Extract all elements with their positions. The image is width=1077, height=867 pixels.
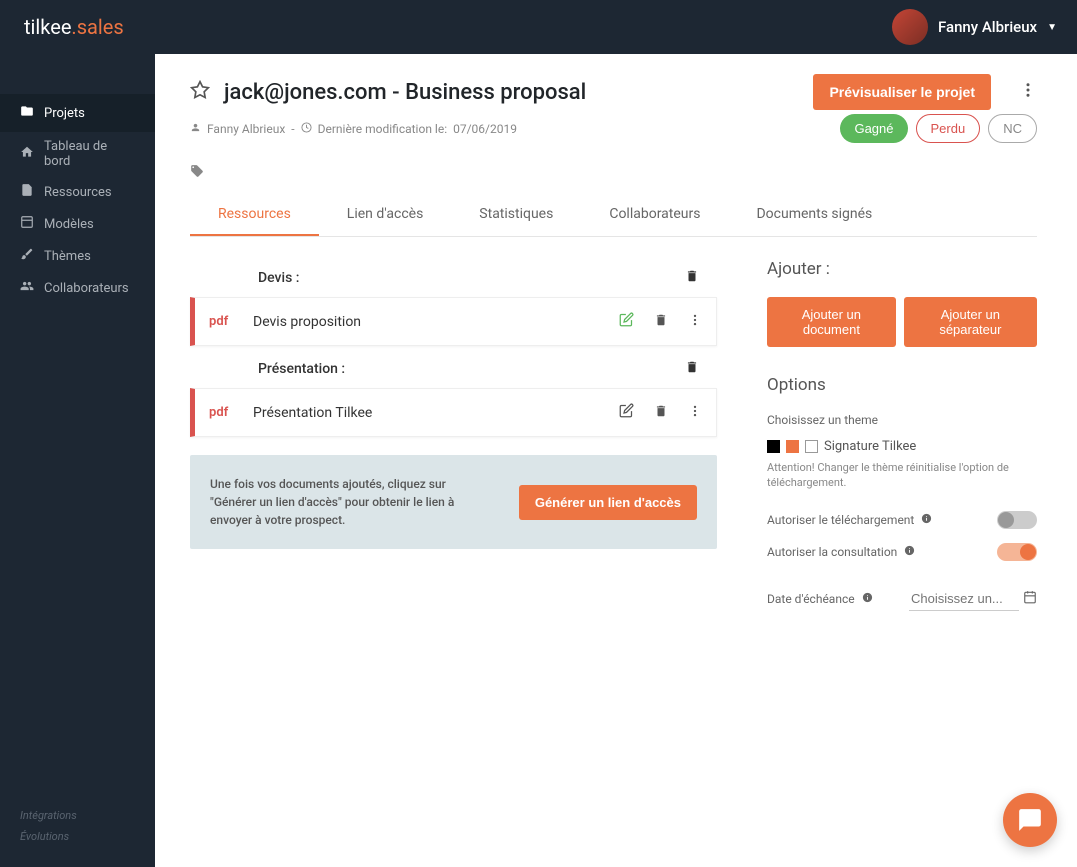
sidebar: Projets Tableau de bord Ressources Modèl…	[0, 54, 155, 867]
sidebar-item-label: Projets	[44, 106, 85, 121]
allow-download-toggle[interactable]	[997, 511, 1037, 529]
resource-item[interactable]: pdf Présentation Tilkee	[190, 388, 717, 437]
preview-project-button[interactable]: Prévisualiser le projet	[813, 74, 991, 110]
edit-icon[interactable]	[619, 403, 634, 422]
users-icon	[20, 279, 34, 297]
trash-icon[interactable]	[654, 403, 668, 422]
trash-icon[interactable]	[685, 269, 699, 287]
folder-icon	[20, 104, 34, 122]
add-document-button[interactable]: Ajouter un document	[767, 297, 896, 347]
theme-label: Choisissez un theme	[767, 413, 1037, 427]
more-vert-icon[interactable]	[1019, 81, 1037, 103]
home-icon	[20, 145, 34, 163]
edit-icon[interactable]	[619, 312, 634, 331]
sidebar-item-modeles[interactable]: Modèles	[0, 208, 155, 240]
generate-info-text: Une fois vos documents ajoutés, cliquez …	[210, 475, 495, 529]
star-outline-icon[interactable]	[190, 80, 210, 105]
due-date-input[interactable]	[909, 587, 1019, 611]
sidebar-footer-evolutions[interactable]: Évolutions	[0, 826, 155, 847]
avatar	[892, 9, 928, 45]
swatch-orange	[786, 440, 799, 453]
allow-download-label: Autoriser le téléchargement	[767, 513, 914, 527]
sidebar-item-label: Tableau de bord	[44, 139, 135, 169]
more-vert-icon[interactable]	[688, 312, 702, 331]
allow-view-toggle[interactable]	[997, 543, 1037, 561]
tab-statistiques[interactable]: Statistiques	[451, 194, 581, 236]
sidebar-item-projets[interactable]: Projets	[0, 94, 155, 132]
file-type-badge: pdf	[209, 405, 253, 420]
info-icon[interactable]	[904, 545, 915, 559]
theme-warning-text: Attention! Changer le thème réinitialise…	[767, 460, 1037, 491]
user-name-label: Fanny Albrieux	[938, 18, 1037, 36]
sidebar-item-label: Thèmes	[44, 249, 91, 264]
file-icon	[20, 183, 34, 201]
chat-icon	[1017, 807, 1043, 833]
tab-documents-signes[interactable]: Documents signés	[728, 194, 900, 236]
sidebar-item-label: Ressources	[44, 185, 112, 200]
due-date-label: Date d'échéance	[767, 592, 855, 606]
modified-label: Dernière modification le:	[318, 122, 448, 136]
app-header: tilkee.sales Fanny Albrieux ▼	[0, 0, 1077, 54]
add-section-title: Ajouter :	[767, 259, 1037, 279]
generate-link-button[interactable]: Générer un lien d'accès	[519, 485, 697, 520]
sidebar-item-collaborateurs[interactable]: Collaborateurs	[0, 272, 155, 304]
person-icon	[190, 122, 201, 136]
author-name: Fanny Albrieux	[207, 122, 285, 136]
trash-icon[interactable]	[654, 312, 668, 331]
theme-name: Signature Tilkee	[824, 439, 916, 454]
status-lost-button[interactable]: Perdu	[916, 114, 981, 143]
clock-icon	[301, 122, 312, 136]
sidebar-item-label: Collaborateurs	[44, 281, 129, 296]
options-section-title: Options	[767, 375, 1037, 395]
file-type-badge: pdf	[209, 314, 253, 329]
more-vert-icon[interactable]	[688, 403, 702, 422]
modified-date: 07/06/2019	[453, 122, 517, 136]
info-icon[interactable]	[862, 592, 873, 606]
chat-button[interactable]	[1003, 793, 1057, 847]
swatch-black	[767, 440, 780, 453]
section-title: Présentation :	[258, 361, 345, 377]
section-title: Devis :	[258, 270, 299, 286]
chevron-down-icon: ▼	[1047, 22, 1057, 33]
section-header-devis: Devis :	[190, 259, 717, 297]
sidebar-item-themes[interactable]: Thèmes	[0, 240, 155, 272]
file-name: Devis proposition	[253, 314, 619, 330]
status-won-button[interactable]: Gagné	[840, 114, 907, 143]
sidebar-item-label: Modèles	[44, 217, 94, 232]
sidebar-footer-integrations[interactable]: Intégrations	[0, 805, 155, 826]
theme-selector[interactable]: Signature Tilkee	[767, 439, 1037, 454]
tab-collaborateurs[interactable]: Collaborateurs	[581, 194, 728, 236]
trash-icon[interactable]	[685, 360, 699, 378]
resource-item[interactable]: pdf Devis proposition	[190, 297, 717, 346]
tag-icon[interactable]	[190, 163, 1037, 182]
sidebar-item-tableau[interactable]: Tableau de bord	[0, 132, 155, 176]
tab-lien-acces[interactable]: Lien d'accès	[319, 194, 452, 236]
template-icon	[20, 215, 34, 233]
main-content: jack@jones.com - Business proposal Prévi…	[155, 54, 1077, 867]
logo[interactable]: tilkee.sales	[24, 15, 124, 39]
add-separator-button[interactable]: Ajouter un séparateur	[904, 297, 1037, 347]
project-title: jack@jones.com - Business proposal	[224, 80, 586, 105]
calendar-icon[interactable]	[1023, 590, 1037, 607]
section-header-presentation: Présentation :	[190, 350, 717, 388]
status-nc-button[interactable]: NC	[988, 114, 1037, 143]
tabs: Ressources Lien d'accès Statistiques Col…	[190, 194, 1037, 237]
info-icon[interactable]	[921, 513, 932, 527]
swatch-white	[805, 440, 818, 453]
allow-view-label: Autoriser la consultation	[767, 545, 897, 559]
tab-ressources[interactable]: Ressources	[190, 194, 319, 236]
sidebar-item-ressources[interactable]: Ressources	[0, 176, 155, 208]
file-name: Présentation Tilkee	[253, 405, 619, 421]
generate-link-box: Une fois vos documents ajoutés, cliquez …	[190, 455, 717, 549]
user-menu[interactable]: Fanny Albrieux ▼	[892, 9, 1057, 45]
brush-icon	[20, 247, 34, 265]
